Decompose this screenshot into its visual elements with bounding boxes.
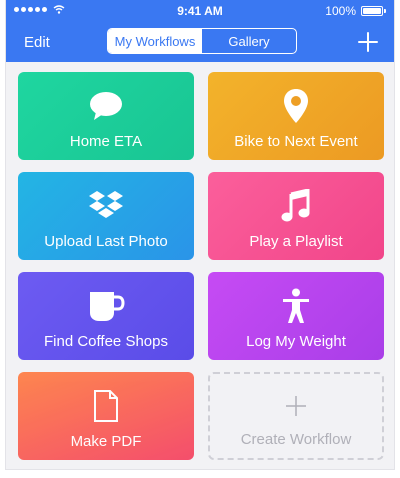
workflow-label: Bike to Next Event bbox=[234, 133, 358, 150]
person-icon bbox=[208, 288, 384, 324]
battery-area: 100% bbox=[325, 4, 386, 18]
workflow-label: Upload Last Photo bbox=[44, 233, 168, 250]
tab-gallery[interactable]: Gallery bbox=[202, 29, 296, 53]
document-icon bbox=[18, 388, 194, 424]
workflow-label: Log My Weight bbox=[246, 333, 346, 350]
music-note-icon bbox=[208, 188, 384, 224]
tab-my-workflows[interactable]: My Workflows bbox=[108, 29, 202, 53]
create-workflow-label: Create Workflow bbox=[240, 431, 352, 448]
speech-bubble-icon bbox=[18, 88, 194, 124]
battery-icon bbox=[361, 6, 383, 16]
location-pin-icon bbox=[208, 88, 384, 124]
segmented-control: My Workflows Gallery bbox=[107, 28, 297, 54]
edit-button[interactable]: Edit bbox=[24, 34, 50, 51]
status-bar: 9:41 AM 100% bbox=[6, 0, 394, 22]
workflow-log-my-weight[interactable]: Log My Weight bbox=[208, 272, 384, 360]
workflow-label: Make PDF bbox=[70, 433, 142, 450]
plus-icon bbox=[210, 392, 382, 424]
plus-icon bbox=[358, 32, 378, 52]
workflow-find-coffee-shops[interactable]: Find Coffee Shops bbox=[18, 272, 194, 360]
nav-bar: Edit My Workflows Gallery bbox=[6, 22, 394, 62]
workflow-play-a-playlist[interactable]: Play a Playlist bbox=[208, 172, 384, 260]
battery-percent: 100% bbox=[325, 4, 356, 18]
coffee-cup-icon bbox=[18, 288, 194, 324]
workflow-upload-last-photo[interactable]: Upload Last Photo bbox=[18, 172, 194, 260]
workflow-label: Find Coffee Shops bbox=[44, 333, 168, 350]
workflow-bike-to-next-event[interactable]: Bike to Next Event bbox=[208, 72, 384, 160]
create-workflow-button[interactable]: Create Workflow bbox=[208, 372, 384, 460]
add-workflow-button[interactable] bbox=[358, 28, 378, 56]
workflow-make-pdf[interactable]: Make PDF bbox=[18, 372, 194, 460]
workflow-label: Play a Playlist bbox=[249, 233, 343, 250]
app-window: 9:41 AM 100% Edit My Workflows Gallery H… bbox=[5, 0, 395, 470]
dropbox-icon bbox=[18, 188, 194, 224]
workflow-home-eta[interactable]: Home ETA bbox=[18, 72, 194, 160]
battery-tip bbox=[384, 9, 386, 13]
workflow-label: Home ETA bbox=[69, 133, 143, 150]
